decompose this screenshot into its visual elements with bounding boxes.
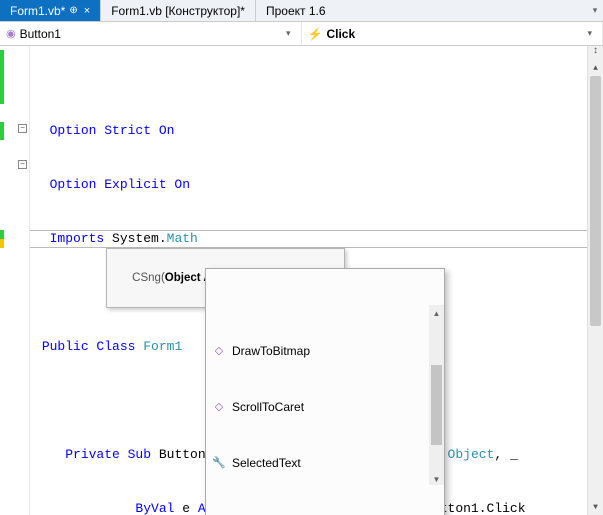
scroll-up-icon[interactable]: ▲ <box>429 305 444 319</box>
intellisense-label: DrawToBitmap <box>232 342 310 360</box>
intellisense-list: ◇ DrawToBitmap ◇ ScrollToCaret 🔧 SelectedTe… <box>206 305 444 485</box>
split-icon[interactable]: ↕ <box>588 46 603 60</box>
intellisense-item[interactable]: 🔧 SelectedText <box>206 453 444 473</box>
method-selector[interactable]: ⚡ Click ▾ <box>302 22 603 45</box>
method-name: Click <box>326 27 355 41</box>
code-token: Private Sub <box>65 447 151 462</box>
method-icon: ◇ <box>212 342 226 360</box>
tab-label: Form1.vb* <box>10 4 65 18</box>
code-editor: − − Option Strict On Option Explicit On … <box>0 46 603 515</box>
chevron-down-icon[interactable]: ▾ <box>282 28 295 39</box>
intellisense-label: ScrollToCaret <box>232 398 304 416</box>
code-token: Object <box>448 447 495 462</box>
change-marker <box>0 50 4 104</box>
tab-label: Form1.vb [Конструктор]* <box>111 4 245 18</box>
chevron-down-icon[interactable]: ▾ <box>583 28 596 39</box>
intellisense-label: SelectedText <box>232 454 301 472</box>
bolt-icon: ⚡ <box>308 27 323 41</box>
code-token: Public Class <box>42 339 136 354</box>
property-icon: 🔧 <box>212 454 226 472</box>
tab-label: Проект 1.6 <box>266 4 326 18</box>
tabs-overflow-icon[interactable]: ▾ <box>587 0 603 21</box>
method-icon: ◇ <box>212 398 226 416</box>
class-name: Button1 <box>20 27 61 41</box>
scroll-down-icon[interactable]: ▼ <box>588 499 603 515</box>
scroll-up-icon[interactable]: ▲ <box>588 60 603 76</box>
tab-form1-vb[interactable]: Form1.vb* ⊕ × <box>0 0 101 21</box>
code-token: e <box>174 501 197 515</box>
vertical-scrollbar[interactable]: ↕ ▲ ▼ <box>587 46 603 515</box>
intellisense-popup: ◇ DrawToBitmap ◇ ScrollToCaret 🔧 SelectedTe… <box>205 268 445 515</box>
member-nav: ◉ Button1 ▾ ⚡ Click ▾ <box>0 22 603 46</box>
scroll-thumb[interactable] <box>590 76 601 326</box>
intellisense-scrollbar[interactable]: ▲ ▼ <box>429 305 444 485</box>
code-token: , _ <box>494 447 517 462</box>
outline-toggle[interactable]: − <box>18 160 27 169</box>
intellisense-item[interactable]: ◇ DrawToBitmap <box>206 341 444 361</box>
code-token: Imports <box>50 231 105 246</box>
scroll-down-icon[interactable]: ▼ <box>429 471 444 485</box>
code-token: Math <box>167 231 198 246</box>
close-icon[interactable]: × <box>84 5 90 17</box>
tab-form1-designer[interactable]: Form1.vb [Конструктор]* <box>101 0 256 21</box>
scroll-thumb[interactable] <box>431 365 442 445</box>
change-marker <box>0 230 4 239</box>
code-area[interactable]: Option Strict On Option Explicit On Impo… <box>30 46 587 515</box>
code-token: System. <box>104 231 166 246</box>
gutter: − − <box>0 46 30 515</box>
outline-toggle[interactable]: − <box>18 124 27 133</box>
code-token: Option Explicit On <box>50 177 190 192</box>
class-selector[interactable]: ◉ Button1 ▾ <box>0 22 302 45</box>
cube-icon: ◉ <box>6 27 16 40</box>
code-token: Option Strict On <box>50 123 175 138</box>
change-marker <box>0 122 4 140</box>
intellisense-item[interactable]: ◇ ScrollToCaret <box>206 397 444 417</box>
code-token: Form1 <box>135 339 182 354</box>
pin-icon[interactable]: ⊕ <box>69 5 77 16</box>
document-tabs: Form1.vb* ⊕ × Form1.vb [Конструктор]* Пр… <box>0 0 603 22</box>
code-token: ByVal <box>135 501 174 515</box>
tooltip-text: CSng( <box>132 272 165 284</box>
tab-project[interactable]: Проект 1.6 <box>256 0 336 21</box>
